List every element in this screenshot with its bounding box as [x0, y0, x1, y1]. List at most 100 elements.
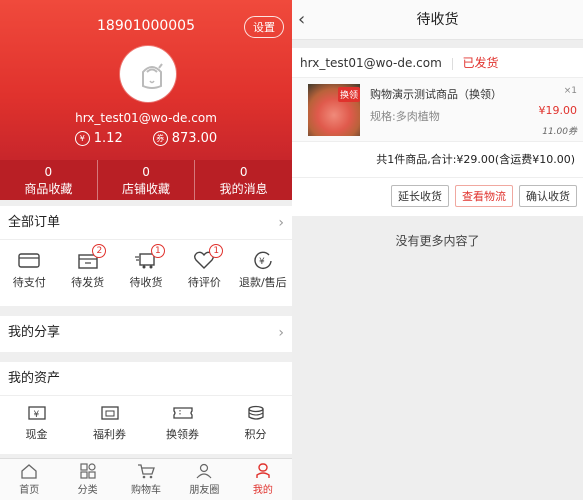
coupon-coin-icon: 券	[152, 131, 168, 146]
share-card[interactable]: 我的分享 ›	[0, 316, 292, 352]
stat-label: 我的消息	[219, 182, 268, 196]
profile-email: hrx_test01@wo-de.com	[75, 111, 217, 125]
asset-label: 福利券	[93, 428, 126, 441]
order-card: hrx_test01@wo-de.com 已发货 换领 购物演示测试商品（换领）…	[292, 48, 583, 216]
product-name: 购物演示测试商品（换领）	[370, 88, 502, 101]
cash-coin-icon: ¥	[74, 131, 90, 146]
order-label: 待发货	[71, 276, 105, 289]
asset-points[interactable]: 积分	[219, 396, 292, 454]
svg-text:¥: ¥	[259, 257, 265, 267]
orders-title: 全部订单	[8, 215, 61, 230]
tab-friends[interactable]: 朋友圈	[175, 459, 233, 500]
cart-icon	[138, 464, 155, 479]
friends-icon	[196, 463, 212, 479]
share-row[interactable]: 我的分享 ›	[0, 316, 292, 350]
order-actions: 延长收货 查看物流 确认收货	[292, 178, 583, 214]
settings-button[interactable]: 设置	[244, 16, 284, 38]
order-label: 待评价	[187, 276, 221, 289]
back-arrow-icon[interactable]: ‹	[298, 0, 305, 40]
tab-label: 分类	[77, 485, 98, 496]
ticket-icon	[172, 407, 193, 419]
asset-label: 积分	[244, 428, 267, 441]
no-more-content: 没有更多内容了	[395, 234, 480, 248]
tab-category[interactable]: 分类	[58, 459, 116, 500]
badge-count: 1	[209, 244, 224, 258]
asset-label: 换领券	[166, 428, 199, 441]
svg-text:¥: ¥	[33, 410, 39, 420]
tab-label: 首页	[19, 485, 40, 496]
tab-label: 购物车	[131, 485, 162, 496]
profile-header: 18901000005 设置 hrx_test01@wo-de.com ¥ 1.…	[0, 0, 292, 160]
home-icon	[21, 464, 37, 479]
order-pending-review[interactable]: 1 待评价	[175, 240, 233, 306]
cash-balance-value: 1.12	[93, 131, 123, 146]
product-coupon: 11.00券	[542, 127, 577, 137]
tab-mine[interactable]: 我的	[234, 459, 292, 500]
order-refund[interactable]: ¥ 退款/售后	[234, 240, 292, 306]
order-label: 退款/售后	[238, 276, 287, 289]
stat-my-messages[interactable]: 0 我的消息	[195, 160, 292, 200]
stats-bar: 0 商品收藏 0 店铺收藏 0 我的消息	[0, 160, 292, 200]
tab-label: 我的	[252, 485, 273, 496]
order-label: 待收货	[129, 276, 163, 289]
stat-product-favorites[interactable]: 0 商品收藏	[0, 160, 98, 200]
order-label: 待支付	[12, 276, 46, 289]
balance-row: ¥ 1.12 券 873.00	[0, 131, 292, 146]
asset-exchange-ticket[interactable]: 换领券	[146, 396, 219, 454]
asset-label: 现金	[25, 428, 48, 441]
stat-count: 0	[239, 165, 248, 179]
order-pending-payment[interactable]: 待支付	[0, 240, 58, 306]
refund-icon: ¥	[254, 251, 272, 270]
avatar-bag-icon	[142, 63, 163, 89]
chevron-right-icon: ›	[278, 215, 284, 231]
asset-cash[interactable]: ¥ 现金	[0, 396, 73, 454]
nav-header: ‹ 待收货	[292, 0, 583, 40]
wallet-icon	[18, 253, 40, 268]
order-pending-shipment[interactable]: 2 待发货	[58, 240, 116, 306]
stat-label: 商品收藏	[24, 182, 73, 196]
asset-voucher[interactable]: 福利券	[73, 396, 146, 454]
orders-card: 全部订单 › 待支付 2 待发货 1 待收货 1 待评价 ¥ 退款/售后	[0, 206, 292, 306]
product-price: ¥19.00	[538, 104, 578, 117]
avatar[interactable]	[120, 46, 176, 102]
share-title: 我的分享	[8, 325, 61, 340]
cash-balance[interactable]: ¥ 1.12	[74, 131, 123, 146]
product-spec: 规格:多肉植物	[370, 110, 440, 123]
profile-page: 18901000005 设置 hrx_test01@wo-de.com ¥ 1.…	[0, 0, 292, 500]
view-logistics-button[interactable]: 查看物流	[455, 185, 513, 207]
order-pending-receipt[interactable]: 1 待收货	[117, 240, 175, 306]
extend-receipt-button[interactable]: 延长收货	[391, 185, 449, 207]
tab-label: 朋友圈	[189, 485, 220, 496]
coupon-balance-value: 873.00	[171, 131, 218, 146]
product-thumbnail: 换领	[308, 84, 360, 136]
points-icon	[247, 405, 264, 420]
order-shop-row: hrx_test01@wo-de.com 已发货	[292, 48, 583, 78]
order-status: 已发货	[462, 56, 499, 70]
tab-home[interactable]: 首页	[0, 459, 58, 500]
stat-count: 0	[44, 165, 53, 179]
pending-receipt-page: ‹ 待收货 hrx_test01@wo-de.com 已发货 换领 购物演示测试…	[292, 0, 583, 500]
assets-head: 我的资产	[0, 362, 292, 396]
page-title: 待收货	[416, 12, 459, 28]
user-icon	[256, 463, 270, 478]
screen: 18901000005 设置 hrx_test01@wo-de.com ¥ 1.…	[0, 0, 583, 500]
chevron-right-icon: ›	[278, 325, 284, 341]
shop-email: hrx_test01@wo-de.com	[300, 56, 442, 70]
goods-item[interactable]: 换领 购物演示测试商品（换领） ×1 规格:多肉植物 ¥19.00 11.00券	[292, 78, 583, 142]
confirm-receipt-button[interactable]: 确认收货	[519, 185, 577, 207]
divider	[451, 57, 453, 70]
all-orders-row[interactable]: 全部订单 ›	[0, 206, 292, 240]
assets-title: 我的资产	[8, 371, 61, 386]
voucher-icon	[100, 406, 119, 420]
product-quantity: ×1	[563, 86, 577, 96]
order-summary: 共1件商品,合计:¥29.00(含运费¥10.00)	[292, 142, 583, 178]
tab-cart[interactable]: 购物车	[117, 459, 175, 500]
stat-count: 0	[142, 165, 150, 179]
stat-label: 店铺收藏	[122, 182, 171, 196]
coupon-balance[interactable]: 券 873.00	[152, 131, 218, 146]
exchange-tag: 换领	[337, 87, 360, 102]
stat-shop-favorites[interactable]: 0 店铺收藏	[98, 160, 196, 200]
assets-card: 我的资产 ¥ 现金 福利券 换领券 积分	[0, 362, 292, 454]
badge-count: 1	[150, 244, 165, 258]
badge-count: 2	[92, 244, 107, 258]
